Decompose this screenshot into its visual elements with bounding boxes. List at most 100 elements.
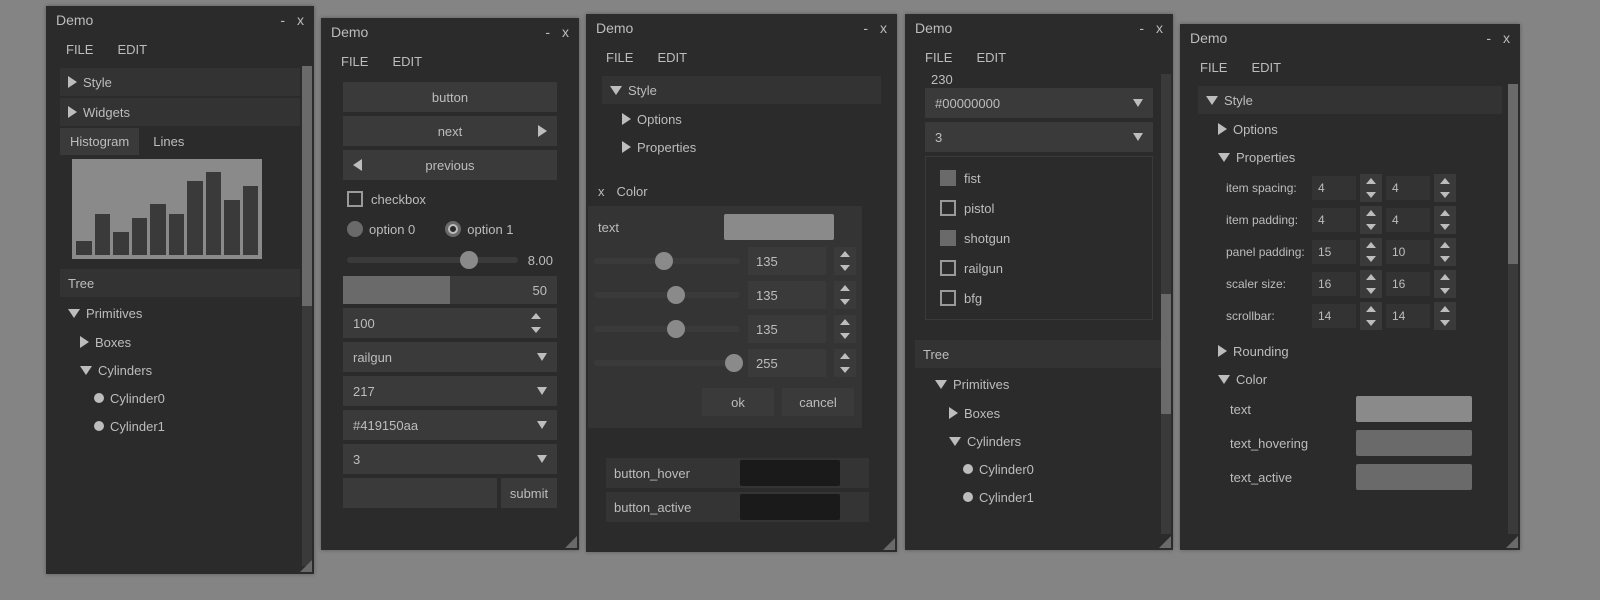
button-next[interactable]: next [343, 116, 557, 146]
checkbox[interactable] [940, 290, 956, 306]
row-button-hover[interactable]: button_hover [606, 458, 869, 488]
resize-handle[interactable] [883, 538, 895, 550]
color-row-text-active[interactable]: text_active [1226, 462, 1502, 492]
text-input[interactable] [343, 478, 497, 508]
weapon-fist[interactable]: fist [936, 163, 1142, 193]
slider-knob[interactable] [725, 354, 743, 372]
checkbox[interactable] [940, 230, 956, 246]
channel-value[interactable]: 135 [748, 247, 826, 275]
channel-value[interactable]: 135 [748, 315, 826, 343]
menu-file[interactable]: FILE [606, 50, 633, 65]
popup-close[interactable]: x [598, 184, 605, 199]
minimize-button[interactable]: - [1139, 20, 1144, 36]
checkbox[interactable] [940, 170, 956, 186]
tree-leaf-cylinder0[interactable]: Cylinder0 [915, 456, 1163, 482]
tree-node-properties[interactable]: Properties [1198, 144, 1502, 170]
slider-knob[interactable] [667, 320, 685, 338]
close-button[interactable]: x [880, 20, 887, 36]
close-button[interactable]: x [297, 12, 304, 28]
stepper-buttons[interactable] [1434, 174, 1456, 202]
submit-button[interactable]: submit [501, 478, 557, 508]
scrollbar-thumb[interactable] [1161, 294, 1171, 414]
cancel-button[interactable]: cancel [782, 388, 854, 416]
tree-node-primitives[interactable]: Primitives [60, 299, 300, 327]
weapon-railgun[interactable]: railgun [936, 253, 1142, 283]
stepper-buttons[interactable] [1434, 270, 1456, 298]
checkbox-row[interactable]: checkbox [343, 184, 557, 214]
color-swatch[interactable] [1356, 430, 1472, 456]
slider-track[interactable] [594, 360, 740, 366]
resize-handle[interactable] [1506, 536, 1518, 548]
color-swatch[interactable] [1356, 396, 1472, 422]
tree-node-style[interactable]: Style [1198, 86, 1502, 114]
menu-edit[interactable]: EDIT [392, 54, 422, 69]
dropdown-count[interactable]: 3 [343, 444, 557, 474]
scrollbar-thumb[interactable] [1508, 84, 1518, 264]
color-swatch[interactable] [724, 214, 834, 240]
titlebar[interactable]: Demo - x [321, 18, 579, 46]
tree-node-rounding[interactable]: Rounding [1198, 338, 1502, 364]
tree-node-style[interactable]: Style [602, 76, 881, 104]
stepper-buttons[interactable] [834, 247, 856, 275]
scrollbar[interactable] [1161, 74, 1171, 534]
minimize-button[interactable]: - [280, 12, 285, 28]
color-row-text[interactable]: text [1226, 394, 1502, 424]
prop-value-b[interactable]: 4 [1386, 208, 1430, 232]
slider-track[interactable] [594, 258, 740, 264]
minimize-button[interactable]: - [545, 24, 550, 40]
prop-value-a[interactable]: 14 [1312, 304, 1356, 328]
resize-handle[interactable] [300, 560, 312, 572]
slider-knob[interactable] [667, 286, 685, 304]
dropdown-weapon[interactable]: railgun [343, 342, 557, 372]
slider-track[interactable] [347, 257, 518, 263]
button-previous[interactable]: previous [343, 150, 557, 180]
color-swatch[interactable] [1356, 464, 1472, 490]
tree-node-properties[interactable]: Properties [602, 134, 881, 160]
row-button-active[interactable]: button_active [606, 492, 869, 522]
close-button[interactable]: x [562, 24, 569, 40]
titlebar[interactable]: Demo - x [1180, 24, 1520, 52]
dropdown-color[interactable]: #419150aa [343, 410, 557, 440]
slider-track[interactable] [594, 292, 740, 298]
tab-lines[interactable]: Lines [143, 128, 194, 155]
scrollbar-thumb[interactable] [302, 66, 312, 306]
close-button[interactable]: x [1503, 30, 1510, 46]
tree-leaf-cylinder1[interactable]: Cylinder1 [60, 413, 300, 439]
channel-value[interactable]: 255 [748, 349, 826, 377]
resize-handle[interactable] [1159, 536, 1171, 548]
ok-button[interactable]: ok [702, 388, 774, 416]
checkbox[interactable] [940, 260, 956, 276]
menu-file[interactable]: FILE [1200, 60, 1227, 75]
prop-value-b[interactable]: 10 [1386, 240, 1430, 264]
tree-leaf-cylinder1[interactable]: Cylinder1 [915, 484, 1163, 510]
minimize-button[interactable]: - [863, 20, 868, 36]
tree-node-options[interactable]: Options [1198, 116, 1502, 142]
stepper-buttons[interactable] [834, 349, 856, 377]
radio-option-0[interactable]: option 0 [347, 221, 415, 237]
stepper-buttons[interactable] [1434, 238, 1456, 266]
dropdown-id[interactable]: 217 [343, 376, 557, 406]
prop-value-a[interactable]: 16 [1312, 272, 1356, 296]
tree-node-widgets[interactable]: Widgets [60, 98, 300, 126]
color-swatch[interactable] [740, 494, 840, 520]
titlebar[interactable]: Demo - x [586, 14, 897, 42]
stepper-buttons[interactable] [1434, 302, 1456, 330]
prop-value-a[interactable]: 4 [1312, 176, 1356, 200]
tree-node-primitives[interactable]: Primitives [915, 370, 1163, 398]
prop-value-a[interactable]: 4 [1312, 208, 1356, 232]
menu-edit[interactable]: EDIT [657, 50, 687, 65]
minimize-button[interactable]: - [1486, 30, 1491, 46]
menu-edit[interactable]: EDIT [976, 50, 1006, 65]
tree-node-color[interactable]: Color [1198, 366, 1502, 392]
color-swatch[interactable] [740, 460, 840, 486]
weapon-pistol[interactable]: pistol [936, 193, 1142, 223]
checkbox[interactable] [347, 191, 363, 207]
titlebar[interactable]: Demo - x [905, 14, 1173, 42]
close-button[interactable]: x [1156, 20, 1163, 36]
progress-bar[interactable]: 50 [343, 276, 557, 304]
menu-edit[interactable]: EDIT [1251, 60, 1281, 75]
color-row-text-hovering[interactable]: text_hovering [1226, 428, 1502, 458]
menu-file[interactable]: FILE [341, 54, 368, 69]
slider-knob[interactable] [655, 252, 673, 270]
dropdown-count[interactable]: 3 [925, 122, 1153, 152]
